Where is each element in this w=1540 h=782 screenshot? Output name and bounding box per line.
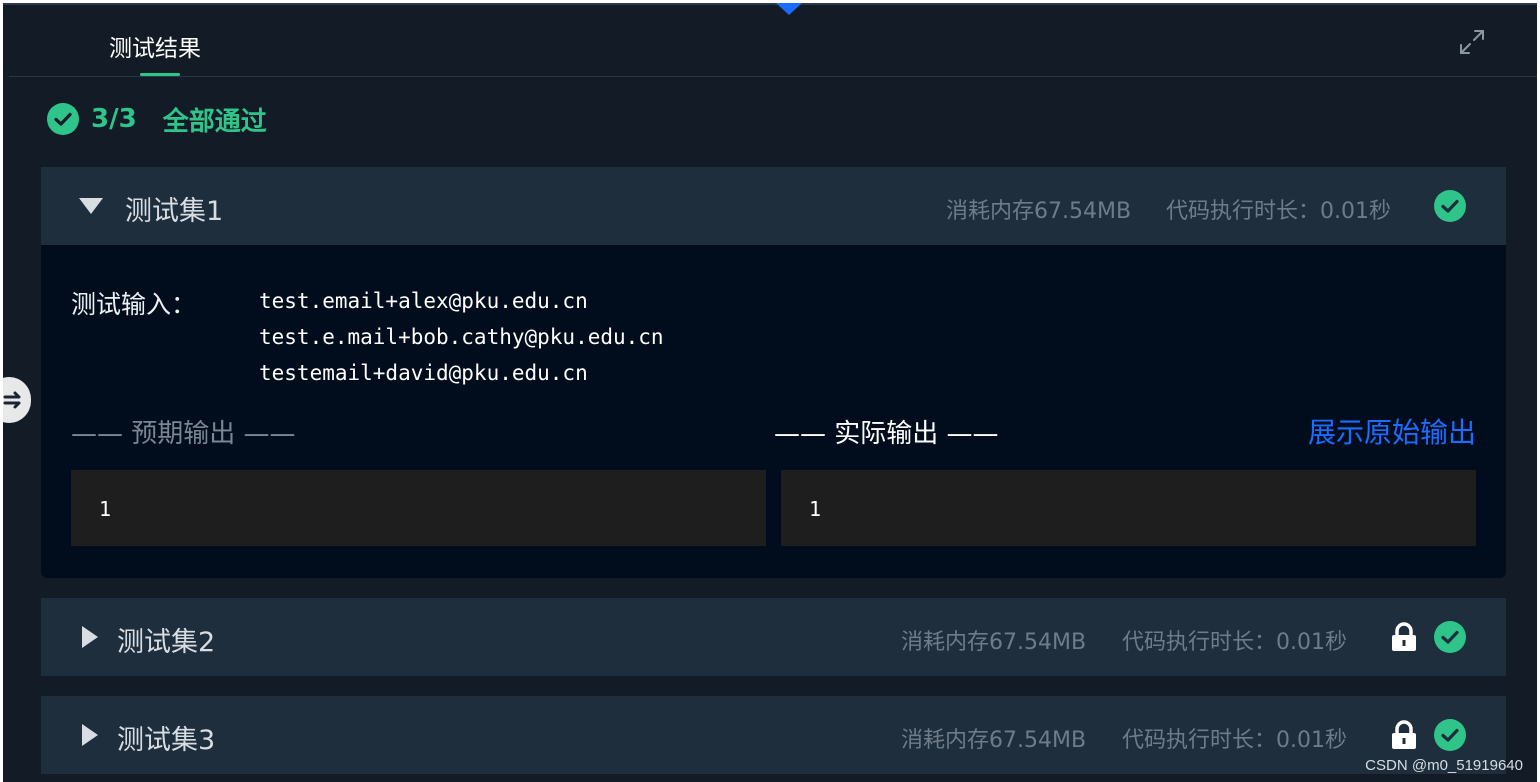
tab-active-indicator [140, 73, 180, 76]
test-input-line: test.email+alex@pku.edu.cn [259, 289, 588, 313]
result-summary: 3/3 全部通过 [47, 103, 267, 137]
test-set-1-header[interactable]: 测试集1 消耗内存67.54MB 代码执行时长：0.01秒 [41, 167, 1506, 245]
test-set-3-duration: 代码执行时长：0.01秒 [1122, 728, 1347, 753]
test-set-3-memory: 消耗内存67.54MB [901, 728, 1087, 753]
watermark: CSDN @m0_51919640 [1365, 757, 1523, 774]
side-toggle-button[interactable] [3, 377, 31, 423]
panel-header: 测试结果 [9, 3, 1537, 77]
arrow-right-icon [3, 391, 21, 409]
test-input-line: testemail+david@pku.edu.cn [259, 361, 588, 385]
test-set-2-header[interactable]: 测试集2 消耗内存67.54MB 代码执行时长：0.01秒 [41, 598, 1506, 676]
expected-output-label: —— 预期输出 —— [71, 419, 296, 449]
actual-output-box: 1 [781, 470, 1476, 546]
test-set-2-memory: 消耗内存67.54MB [901, 630, 1087, 655]
test-set-3-title: 测试集3 [117, 725, 216, 756]
test-set-2-title: 测试集2 [117, 627, 216, 658]
test-set-2-duration: 代码执行时长：0.01秒 [1122, 630, 1347, 655]
actual-output-label: —— 实际输出 —— [774, 419, 999, 449]
caret-right-icon[interactable] [79, 626, 103, 648]
lock-icon [1392, 720, 1416, 749]
test-set-1-duration: 代码执行时长：0.01秒 [1166, 199, 1391, 224]
test-input-values: test.email+alex@pku.edu.cn test.e.mail+b… [259, 283, 664, 391]
test-set-2-check-icon [1434, 621, 1466, 653]
fullscreen-icon[interactable] [1457, 27, 1487, 57]
test-set-3-check-icon [1434, 719, 1466, 751]
test-set-1-memory: 消耗内存67.54MB [946, 199, 1132, 224]
pass-count: 3/3 [91, 104, 137, 134]
test-input-label: 测试输入： [71, 290, 197, 319]
caret-right-icon[interactable] [79, 724, 103, 746]
test-set-1-title: 测试集1 [125, 196, 224, 227]
check-circle-icon [47, 103, 79, 135]
test-set-1-detail: 测试输入： test.email+alex@pku.edu.cn test.e.… [41, 245, 1506, 578]
expected-output-box: 1 [71, 470, 766, 546]
test-result-panel: 测试结果 3/3 全部通过 测试集1 消耗内存67.54MB 代码执行时长：0.… [3, 3, 1537, 782]
pass-status: 全部通过 [162, 106, 267, 137]
test-set-3-header[interactable]: 测试集3 消耗内存67.54MB 代码执行时长：0.01秒 [41, 696, 1506, 774]
lock-icon [1392, 622, 1416, 651]
show-raw-output-link[interactable]: 展示原始输出 [1308, 411, 1476, 451]
tab-test-result[interactable]: 测试结果 [109, 29, 201, 63]
test-set-1-check-icon [1434, 190, 1466, 222]
caret-down-icon[interactable] [79, 195, 103, 217]
test-input-line: test.e.mail+bob.cathy@pku.edu.cn [259, 325, 664, 349]
